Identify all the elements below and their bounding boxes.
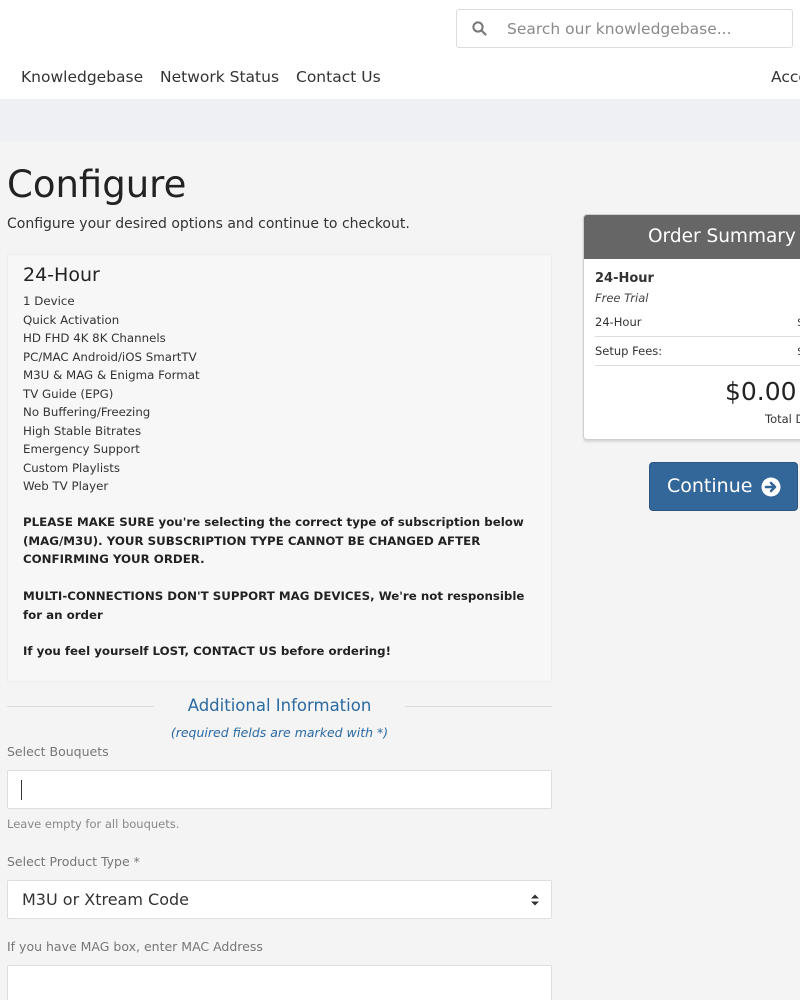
additional-info-heading: Additional Information: [7, 694, 552, 720]
summary-row-label: 24-Hour: [595, 315, 642, 329]
search-box[interactable]: [456, 9, 793, 48]
divider: [405, 706, 552, 707]
search-input[interactable]: [507, 18, 777, 40]
order-summary: Order Summary 24-Hour Free Trial 24-Hour…: [583, 214, 800, 440]
page-subtitle: Configure your desired options and conti…: [7, 216, 410, 232]
feature-list: 1 Device Quick Activation HD FHD 4K 8K C…: [23, 292, 200, 496]
feature-item: High Stable Bitrates: [23, 423, 142, 438]
summary-billing-cycle: Free Trial: [595, 291, 649, 305]
divider: [595, 365, 800, 366]
arrow-circle-right-icon: [761, 477, 781, 497]
text-caret: [21, 780, 22, 800]
product-type-label: Select Product Type *: [7, 854, 140, 869]
product-type-select[interactable]: M3U or Xtream Code: [7, 880, 552, 919]
nav-contact-us[interactable]: Contact Us: [296, 68, 381, 86]
continue-button[interactable]: Continue: [649, 462, 798, 511]
continue-label: Continue: [667, 475, 753, 497]
product-type-value: M3U or Xtream Code: [22, 890, 189, 909]
summary-product-name: 24-Hour: [595, 271, 654, 286]
bouquets-help: Leave empty for all bouquets.: [7, 817, 180, 831]
main-content: Configure Configure your desired options…: [0, 141, 800, 1000]
product-info-panel: 24-Hour 1 Device Quick Activation HD FHD…: [7, 254, 552, 682]
feature-item: M3U & MAG & Enigma Format: [23, 368, 200, 382]
nav-knowledgebase[interactable]: Knowledgebase: [21, 68, 143, 86]
page-title: Configure: [7, 163, 187, 206]
feature-item: Emergency Support: [23, 442, 140, 456]
bouquets-label: Select Bouquets: [7, 744, 109, 759]
feature-item: No Buffering/Freezing: [23, 405, 151, 419]
notice-subscription-type: PLEASE MAKE SURE you're selecting the co…: [23, 515, 524, 566]
feature-item: 1 Device: [23, 294, 75, 308]
feature-item: Quick Activation: [23, 312, 120, 327]
nav-account[interactable]: Acco: [771, 68, 800, 86]
feature-item: Custom Playlists: [23, 460, 121, 475]
order-summary-title: Order Summary: [648, 226, 796, 247]
divider: [595, 336, 800, 337]
breadcrumb-band: [0, 99, 800, 141]
feature-item: HD FHD 4K 8K Channels: [23, 331, 166, 345]
required-fields-note: (required fields are marked with *): [170, 725, 389, 740]
summary-total-label: Total D: [765, 412, 800, 426]
bouquets-input[interactable]: [7, 770, 552, 809]
main-nav: Knowledgebase Network Status Contact Us …: [0, 68, 800, 92]
search-icon: [472, 21, 487, 36]
mac-address-input[interactable]: [7, 965, 552, 1000]
order-summary-header: Order Summary: [584, 215, 800, 259]
notice-contact-us: If you feel yourself LOST, CONTACT US be…: [23, 644, 391, 658]
mac-address-label: If you have MAG box, enter MAC Address: [7, 939, 263, 954]
feature-item: PC/MAC Android/iOS SmartTV: [23, 349, 197, 364]
feature-item: Web TV Player: [23, 479, 109, 493]
nav-network-status[interactable]: Network Status: [160, 68, 279, 86]
select-arrows-icon: [531, 894, 539, 906]
notice-multi-connections: MULTI-CONNECTIONS DON'T SUPPORT MAG DEVI…: [23, 589, 525, 622]
summary-total-amount: $0.00: [725, 377, 797, 406]
product-name: 24-Hour: [23, 264, 100, 286]
summary-setup-label: Setup Fees:: [595, 344, 663, 358]
feature-item: TV Guide (EPG): [23, 386, 114, 401]
